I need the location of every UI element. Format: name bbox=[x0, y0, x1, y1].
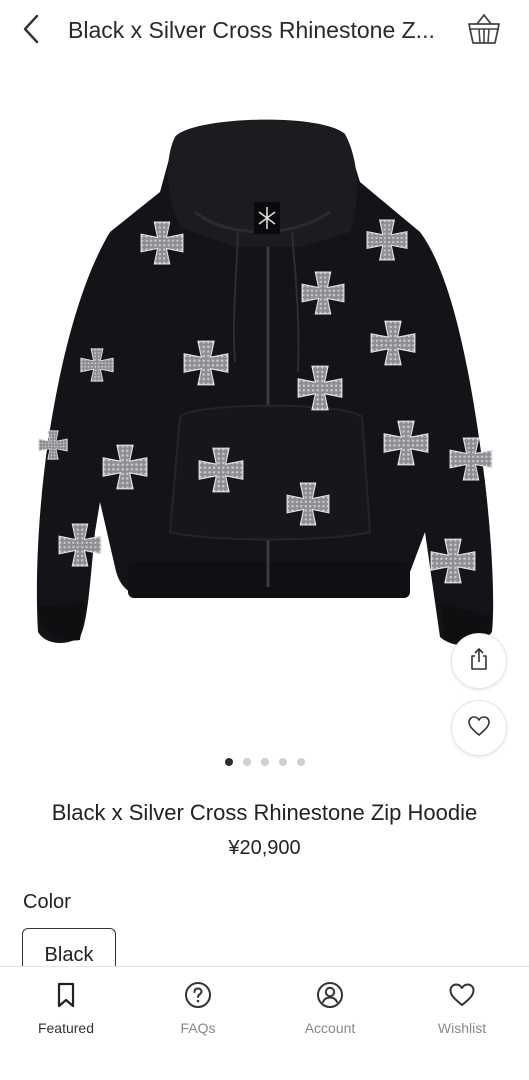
add-to-wishlist-button[interactable] bbox=[451, 700, 507, 756]
product-name: Black x Silver Cross Rhinestone Zip Hood… bbox=[51, 800, 478, 825]
image-pagination bbox=[0, 756, 529, 768]
pagination-dot[interactable] bbox=[278, 758, 287, 766]
back-button[interactable] bbox=[14, 12, 48, 50]
nav-label: Featured bbox=[37, 1020, 95, 1036]
pagination-dot[interactable] bbox=[224, 758, 233, 766]
bottom-navigation: Featured FAQs Account Wishlist bbox=[0, 966, 529, 1080]
account-icon bbox=[275, 977, 385, 1013]
product-page: Black x Silver Cross Rhinestone Z... Bla… bbox=[0, 0, 529, 1080]
share-button[interactable] bbox=[451, 633, 507, 689]
top-bar: Black x Silver Cross Rhinestone Z... bbox=[0, 0, 529, 62]
product-price: ¥20,900 bbox=[228, 837, 301, 859]
pagination-dot[interactable] bbox=[242, 758, 251, 766]
nav-item-wishlist[interactable]: Wishlist bbox=[407, 977, 517, 1047]
share-icon bbox=[468, 647, 490, 676]
heart-icon bbox=[407, 977, 517, 1013]
cart-button[interactable] bbox=[462, 10, 506, 52]
nav-item-account[interactable]: Account bbox=[275, 977, 385, 1047]
product-image[interactable] bbox=[0, 62, 529, 752]
nav-item-faqs[interactable]: FAQs bbox=[143, 977, 253, 1047]
basket-icon bbox=[466, 12, 502, 51]
hoodie-illustration bbox=[36, 119, 494, 646]
question-circle-icon bbox=[143, 977, 253, 1013]
nav-label: Account bbox=[304, 1020, 356, 1036]
heart-icon bbox=[467, 715, 491, 742]
pagination-dot[interactable] bbox=[296, 758, 305, 766]
nav-label: Wishlist bbox=[437, 1020, 487, 1036]
bookmark-icon bbox=[11, 977, 121, 1013]
nav-item-featured[interactable]: Featured bbox=[11, 977, 121, 1047]
page-title: Black x Silver Cross Rhinestone Z... bbox=[68, 17, 435, 43]
nav-label: FAQs bbox=[180, 1020, 216, 1036]
color-label: Color bbox=[23, 891, 71, 913]
pagination-dot[interactable] bbox=[260, 758, 269, 766]
chevron-left-icon bbox=[20, 13, 42, 50]
